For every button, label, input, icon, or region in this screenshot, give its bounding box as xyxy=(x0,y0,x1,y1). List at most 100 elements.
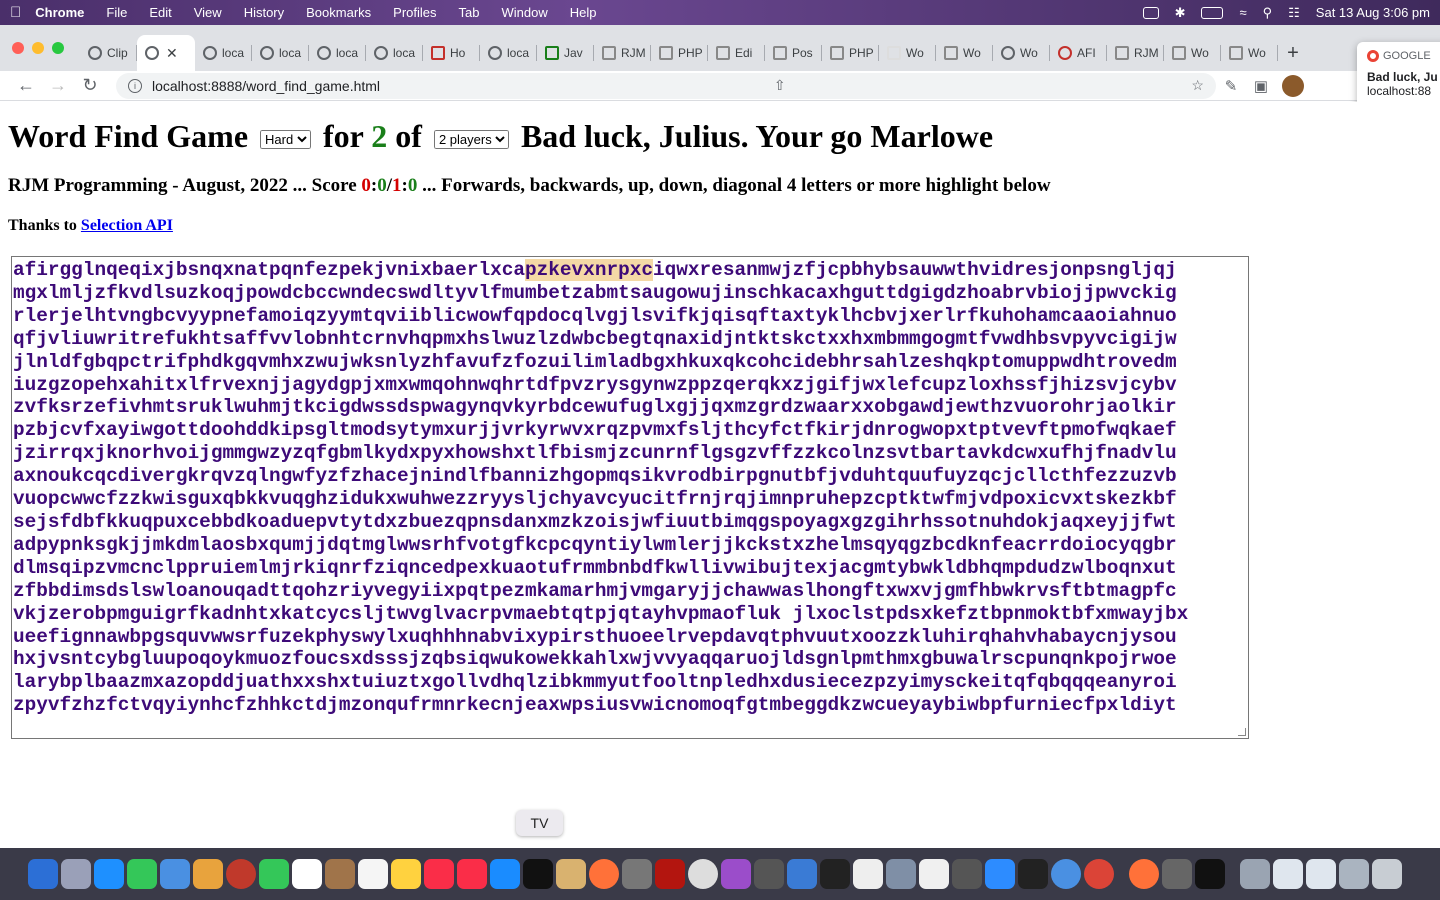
grid-row[interactable]: adpypnksgkjjmkdmlaosbxqumjjdqtmglwwsrhfv… xyxy=(13,534,1248,557)
minimize-window-button[interactable] xyxy=(32,42,44,54)
browser-tab[interactable]: Wo xyxy=(1164,35,1221,71)
gimp-icon[interactable] xyxy=(853,859,883,889)
grid-row[interactable]: jzirrqxjknorhvoijgmmgwzyzqfgbmlkydxpyxho… xyxy=(13,442,1248,465)
browser-tab[interactable]: Edi xyxy=(708,35,765,71)
browser-tab[interactable]: loca xyxy=(309,35,366,71)
grid-row[interactable]: larybplbaazmxazopddjuathxxshxtuiuztxgoll… xyxy=(13,671,1248,694)
opera-icon[interactable] xyxy=(226,859,256,889)
grid-row[interactable]: afirgglnqeqixjbsnqxnatpqnfezpekjvnixbaer… xyxy=(13,259,1248,282)
grid-row[interactable]: zpyvfzhzfctvqyiynhcfzhhkctdjmzonqufrmnrk… xyxy=(13,694,1248,717)
grid-row[interactable]: vuopcwwcfzzkwisguxqbkkvuqghzidukxwuhwezz… xyxy=(13,488,1248,511)
preview-icon[interactable] xyxy=(886,859,916,889)
chess-icon[interactable] xyxy=(556,859,586,889)
address-bar[interactable]: i localhost:8888/word_find_game.html ⇧ ☆ xyxy=(116,72,1216,99)
new-tab-button[interactable]: + xyxy=(1278,35,1308,71)
menu-app-chrome[interactable]: Chrome xyxy=(35,5,84,20)
browser-tab[interactable]: RJM xyxy=(594,35,651,71)
chrome-icon[interactable] xyxy=(1084,859,1114,889)
menu-help[interactable]: Help xyxy=(570,5,597,20)
browser-tab[interactable]: AFI xyxy=(1050,35,1107,71)
facetime-icon[interactable] xyxy=(259,859,289,889)
close-window-button[interactable] xyxy=(12,42,24,54)
browser-tab[interactable]: RJM xyxy=(1107,35,1164,71)
photos-icon[interactable] xyxy=(193,859,223,889)
info-icon[interactable]: i xyxy=(128,78,142,93)
grid-row[interactable]: pzbjcvfxayiwgottdoohddkipsgltmodsytymxur… xyxy=(13,419,1248,442)
document-icon[interactable] xyxy=(1273,859,1303,889)
wolf-icon[interactable] xyxy=(952,859,982,889)
console-icon[interactable] xyxy=(1195,859,1225,889)
forward-button[interactable]: → xyxy=(42,75,74,96)
browser-tab[interactable]: Jav xyxy=(537,35,594,71)
firefox-dev-icon[interactable] xyxy=(1129,859,1159,889)
avatar[interactable] xyxy=(1282,74,1304,97)
bluetooth-icon[interactable]: ✱ xyxy=(1175,5,1186,21)
trash-icon[interactable] xyxy=(1372,859,1402,889)
grid-row[interactable]: dlmsqipzvmcnclppruiemlmjrkiqnrfziqncedpe… xyxy=(13,557,1248,580)
browser-tab[interactable]: Wo xyxy=(936,35,993,71)
browser-tab[interactable]: loca xyxy=(480,35,537,71)
notes-icon[interactable] xyxy=(391,859,421,889)
menubar-clock[interactable]: Sat 13 Aug 3:06 pm xyxy=(1316,5,1430,20)
grid-row[interactable]: vkjzerobpmguigrfkadnhtxkatcycsljtwvglvac… xyxy=(13,603,1248,626)
app-store-icon[interactable] xyxy=(490,859,520,889)
browser-tab[interactable]: loca xyxy=(252,35,309,71)
word-grid-textarea[interactable]: afirgglnqeqixjbsnqxnatpqnfezpekjvnixbaer… xyxy=(11,256,1249,739)
document-icon[interactable] xyxy=(1306,859,1336,889)
firefox-icon[interactable] xyxy=(589,859,619,889)
quicktime-icon[interactable] xyxy=(1051,859,1081,889)
browser-tab[interactable]: PHP xyxy=(651,35,708,71)
extensions-icon[interactable]: ✎ xyxy=(1216,77,1246,95)
grid-row[interactable]: qfjvliuwritrefukhtsaffvvlobnhtcrnvhqpmxh… xyxy=(13,328,1248,351)
menu-bookmarks[interactable]: Bookmarks xyxy=(306,5,371,20)
menu-view[interactable]: View xyxy=(194,5,222,20)
grid-row[interactable]: iuzgzopehxahitxlfrvexnjjagydgpjxmxwmqohn… xyxy=(13,374,1248,397)
xcode-icon[interactable] xyxy=(787,859,817,889)
system-preferences-icon[interactable] xyxy=(754,859,784,889)
players-select[interactable]: 2 players xyxy=(433,130,509,150)
podcasts-icon[interactable] xyxy=(721,859,751,889)
menu-file[interactable]: File xyxy=(106,5,127,20)
close-tab-icon[interactable]: ✕ xyxy=(166,45,178,62)
messages-icon[interactable] xyxy=(127,859,157,889)
finder-icon[interactable] xyxy=(28,859,58,889)
wifi-icon[interactable]: ≈ xyxy=(1239,5,1246,20)
grid-row[interactable]: zvfksrzefivhmtsruklwuhmjtkcigdwssdspwagy… xyxy=(13,396,1248,419)
browser-tab[interactable]: Ho xyxy=(423,35,480,71)
menu-profiles[interactable]: Profiles xyxy=(393,5,436,20)
grid-row[interactable]: ueefignnawbpgsquvwwsrfuzekphyswylxuqhhhn… xyxy=(13,626,1248,649)
browser-tab[interactable]: Wo xyxy=(879,35,936,71)
zoom-status-icon[interactable] xyxy=(1142,6,1159,19)
control-center-icon[interactable]: ☷ xyxy=(1288,5,1300,21)
intellij-icon[interactable] xyxy=(1018,859,1048,889)
menu-edit[interactable]: Edit xyxy=(149,5,171,20)
browser-tab[interactable]: Pos xyxy=(765,35,822,71)
browser-tab[interactable]: Clip xyxy=(80,35,137,71)
browser-tab[interactable]: Wo xyxy=(1221,35,1278,71)
menu-tab[interactable]: Tab xyxy=(459,5,480,20)
fullscreen-window-button[interactable] xyxy=(52,42,64,54)
difficulty-select[interactable]: Hard xyxy=(260,130,312,150)
music-icon[interactable] xyxy=(424,859,454,889)
browser-tab[interactable]: PHP xyxy=(822,35,879,71)
selection-highlight[interactable]: pzkevxnrpxc xyxy=(525,259,653,281)
spotlight-icon[interactable]: ⚲ xyxy=(1263,5,1273,21)
grid-row[interactable]: rlerjelhtvngbcvyypnefamoiqzyymtqviiblicw… xyxy=(13,305,1248,328)
bookmark-star-icon[interactable]: ☆ xyxy=(1191,77,1204,94)
side-panel-icon[interactable]: ▣ xyxy=(1246,77,1276,95)
grid-row[interactable]: zfbbdimsdslswloanouqadttqohzriyvegyiixpq… xyxy=(13,580,1248,603)
selection-api-link[interactable]: Selection API xyxy=(81,217,173,234)
browser-tab-active[interactable]: ✕ xyxy=(137,35,195,71)
news-icon[interactable] xyxy=(457,859,487,889)
grid-row[interactable]: mgxlmljzfkvdlsuzkoqjpowdcbccwndecswdltyv… xyxy=(13,282,1248,305)
browser-tab[interactable]: loca xyxy=(195,35,252,71)
browser-tab[interactable]: Wo xyxy=(993,35,1050,71)
toolbox-icon[interactable] xyxy=(1162,859,1192,889)
zoom-icon[interactable] xyxy=(985,859,1015,889)
bbedit-icon[interactable] xyxy=(688,859,718,889)
safari-icon[interactable] xyxy=(94,859,124,889)
filezilla-icon[interactable] xyxy=(655,859,685,889)
calendar-icon[interactable] xyxy=(292,859,322,889)
textedit-icon[interactable] xyxy=(919,859,949,889)
reload-button[interactable]: ↻ xyxy=(74,75,106,96)
